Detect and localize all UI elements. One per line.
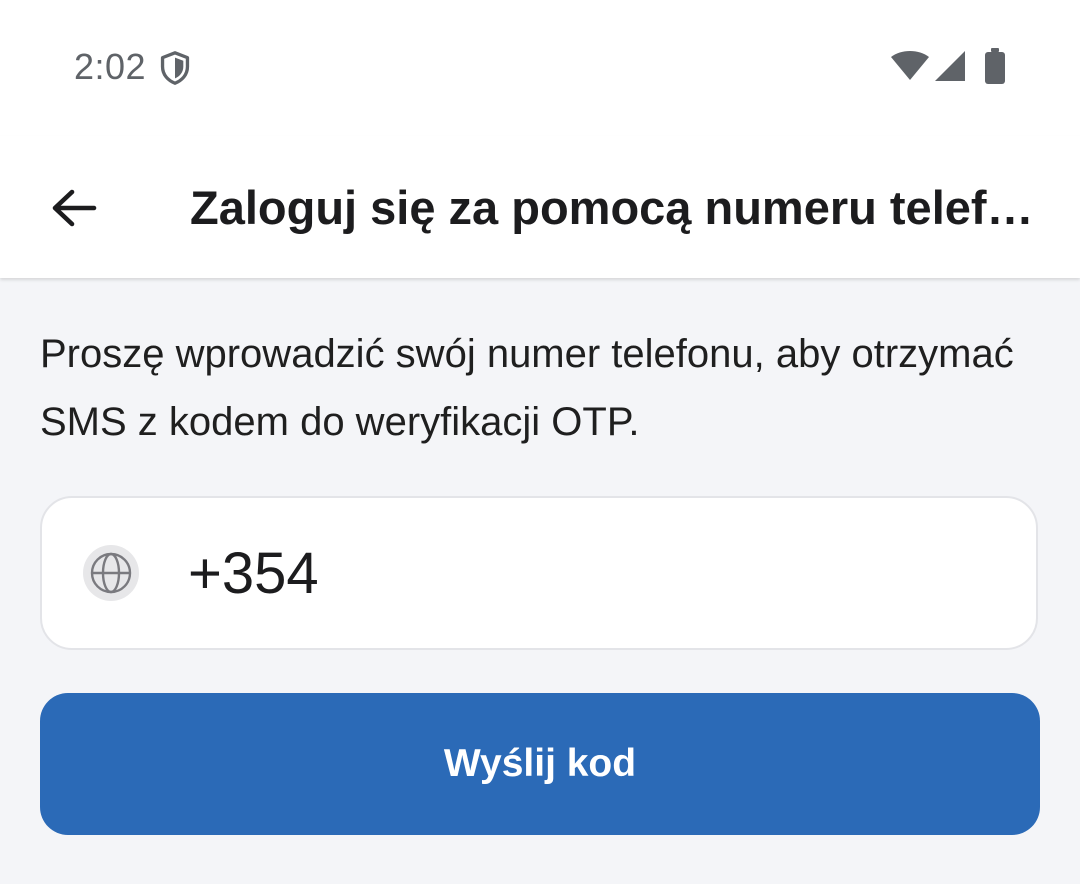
status-bar: 2:02 [0, 0, 1080, 136]
wifi-icon [891, 51, 929, 80]
send-code-button[interactable]: Wyślij kod [40, 693, 1040, 835]
arrow-left-icon [52, 189, 97, 227]
shield-icon [160, 51, 190, 85]
phone-number-field[interactable] [40, 496, 1038, 650]
signal-icon [935, 51, 965, 81]
instruction-text: Proszę wprowadzić swój numer telefonu, a… [40, 332, 1014, 444]
phone-input[interactable] [188, 536, 988, 610]
back-button[interactable] [38, 172, 110, 244]
globe-icon[interactable] [82, 544, 140, 602]
status-time: 2:02 [74, 46, 147, 87]
app-bar: Zaloguj się za pomocą numeru telefonu [0, 136, 1080, 278]
page-title: Zaloguj się za pomocą numeru telefonu [190, 181, 1036, 234]
battery-icon [985, 48, 1005, 84]
